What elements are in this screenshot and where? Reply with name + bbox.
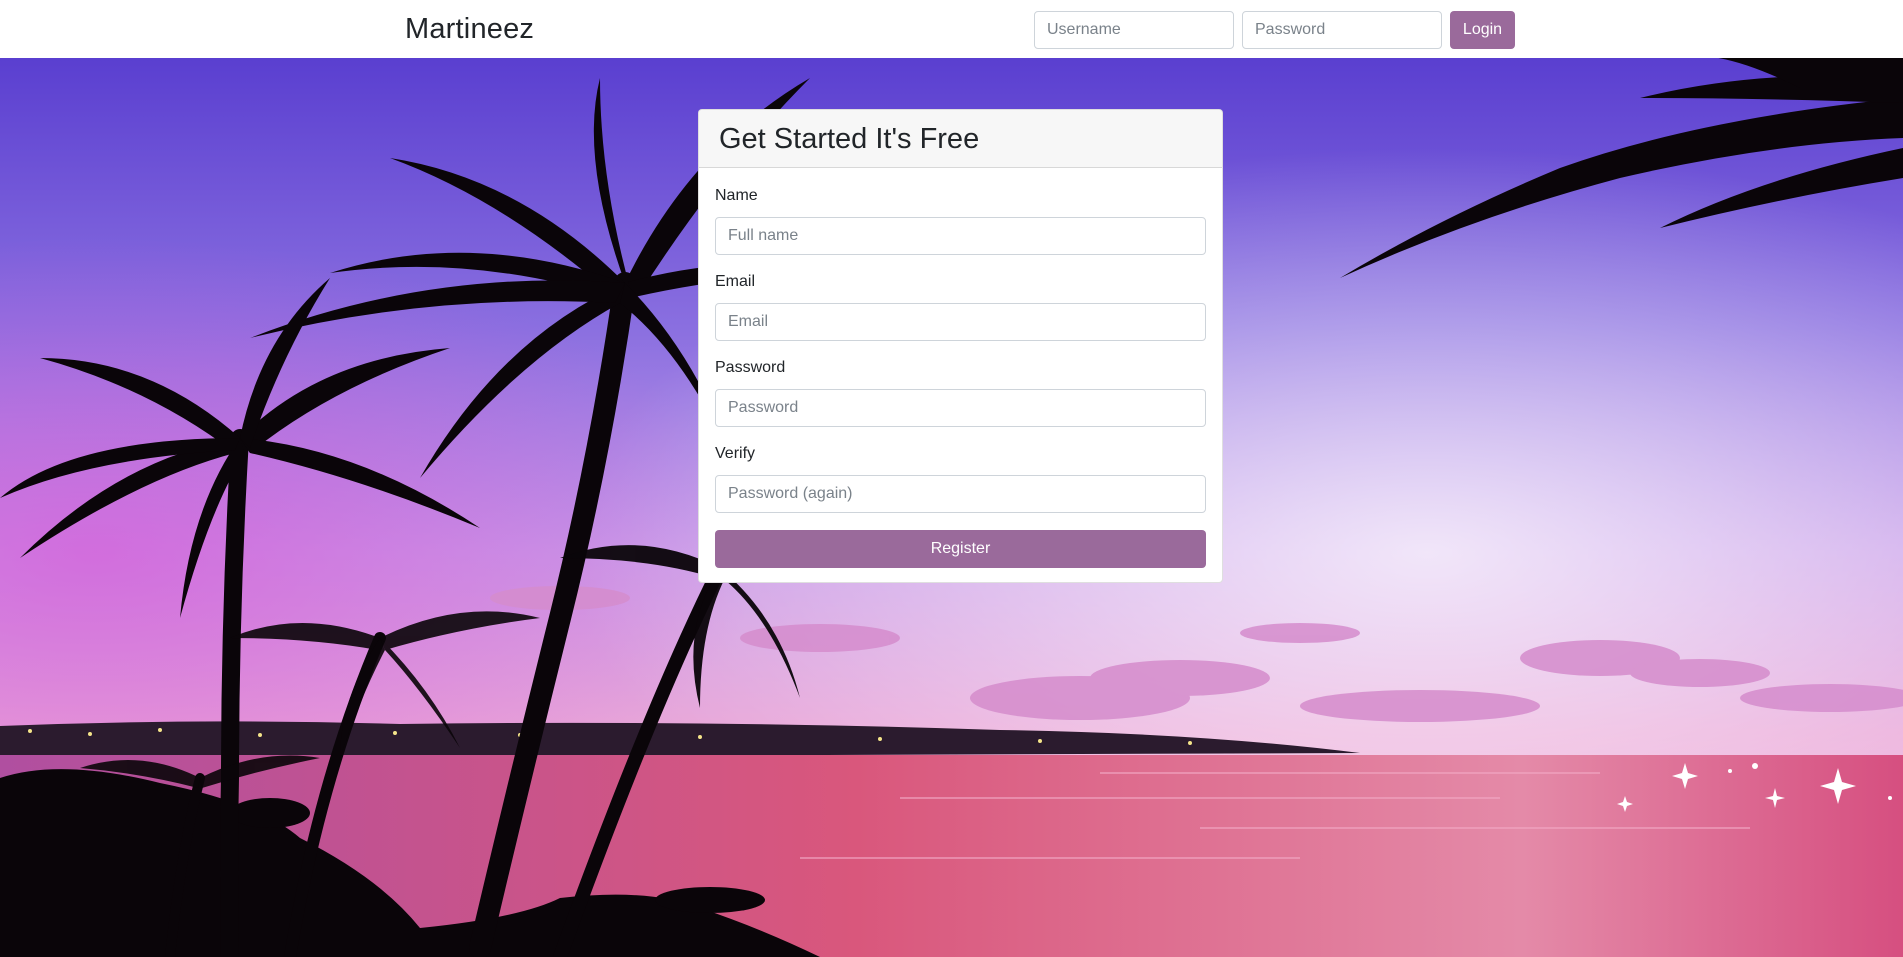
login-button[interactable]: Login xyxy=(1450,11,1515,49)
verify-password-input[interactable] xyxy=(715,475,1206,513)
email-label: Email xyxy=(715,273,756,290)
brand-logo[interactable]: Martineez xyxy=(405,13,534,46)
password-input[interactable] xyxy=(715,389,1206,427)
email-input[interactable] xyxy=(715,303,1206,341)
signup-card-header: Get Started It's Free xyxy=(699,110,1222,168)
password-label: Password xyxy=(715,359,786,376)
navbar-password-input[interactable] xyxy=(1242,11,1442,49)
top-navbar: Martineez Login xyxy=(0,0,1903,58)
name-label: Name xyxy=(715,187,758,204)
navbar-username-input[interactable] xyxy=(1034,11,1234,49)
name-input[interactable] xyxy=(715,217,1206,255)
register-button[interactable]: Register xyxy=(715,530,1206,568)
verify-label: Verify xyxy=(715,445,756,462)
signup-card: Get Started It's Free Name Email Passwor… xyxy=(698,109,1223,583)
signup-form: Name Email Password Verify Register xyxy=(699,168,1222,568)
signup-title: Get Started It's Free xyxy=(719,123,980,155)
